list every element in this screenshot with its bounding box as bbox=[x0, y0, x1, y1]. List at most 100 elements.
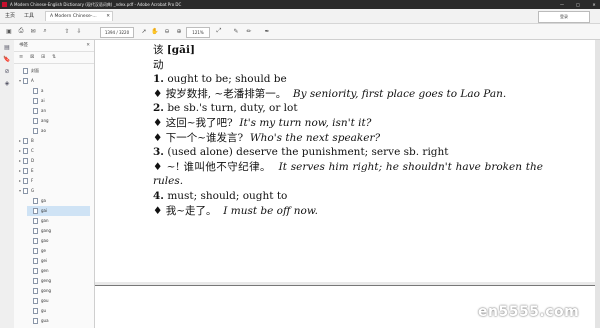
fit-icon[interactable]: ⤢ bbox=[215, 27, 223, 35]
zoom-out-icon[interactable]: ⊖ bbox=[163, 27, 171, 35]
bookmark-item[interactable]: gao bbox=[27, 236, 90, 246]
bookmark-item[interactable]: gu bbox=[27, 306, 90, 316]
bookmark-item[interactable]: ai bbox=[27, 96, 90, 106]
close-window-button[interactable]: ✕ bbox=[590, 0, 598, 9]
bookmark-page-icon bbox=[33, 198, 38, 204]
bookmark-label: 封面 bbox=[31, 68, 39, 73]
pointer-icon[interactable]: ➚ bbox=[140, 27, 148, 35]
bookmark-item-selected[interactable]: gai bbox=[27, 206, 90, 216]
bookmark-label: gen bbox=[41, 268, 49, 273]
zoom-level-select[interactable]: 121% bbox=[186, 27, 210, 38]
bookmark-panel-icon[interactable]: 🔖 bbox=[3, 56, 11, 64]
expand-bookmark-icon[interactable]: ⇅ bbox=[52, 54, 56, 60]
example-chinese: ♦ 按岁数排, ~老潘排第一。 bbox=[153, 87, 287, 100]
bookmark-page-icon bbox=[33, 108, 38, 114]
bookmark-item[interactable]: ▸ C bbox=[17, 146, 90, 156]
bookmark-item[interactable]: ▸ D bbox=[17, 156, 90, 166]
document-area: 该 [gāi] 动 1. ought to be; should be ♦ 按岁… bbox=[95, 40, 600, 329]
acrobat-app-icon bbox=[2, 2, 7, 7]
bookmark-item[interactable]: ao bbox=[27, 126, 90, 136]
bookmark-item[interactable]: ga bbox=[27, 196, 90, 206]
title-bar: A Modern Chinese-English Dictionary (现代汉… bbox=[0, 0, 600, 9]
bookmark-item[interactable]: an bbox=[27, 106, 90, 116]
tab-document[interactable]: A Modern Chinese-... ✕ bbox=[45, 11, 113, 21]
bookmark-item[interactable]: gan bbox=[27, 216, 90, 226]
site-watermark: en5555.com bbox=[478, 304, 580, 320]
tab-bar: 主页 工具 A Modern Chinese-... ✕ 登录 bbox=[0, 9, 600, 24]
highlight-icon[interactable]: ✏ bbox=[245, 27, 253, 35]
bookmark-item[interactable]: ▸ B bbox=[17, 136, 90, 146]
pinyin: [gāi] bbox=[166, 44, 195, 56]
vertical-scrollbar[interactable] bbox=[595, 40, 600, 328]
signin-button[interactable]: 登录 bbox=[538, 11, 590, 23]
bookmark-item[interactable]: ge bbox=[27, 246, 90, 256]
tab-home[interactable]: 主页 bbox=[5, 12, 15, 19]
search-icon[interactable]: ⌕ bbox=[41, 27, 49, 35]
sense-number: 3. bbox=[153, 146, 164, 159]
part-of-speech: 动 bbox=[153, 58, 164, 71]
bookmark-item[interactable]: geng bbox=[27, 276, 90, 286]
options-icon[interactable]: ≡ bbox=[19, 54, 23, 60]
bookmark-item[interactable]: ▾ A bbox=[17, 76, 90, 86]
zoom-in-icon[interactable]: ⊕ bbox=[175, 27, 183, 35]
save-icon[interactable]: ▣ bbox=[5, 27, 13, 35]
example-chinese: ♦ 下一个~谁发言? bbox=[153, 131, 244, 144]
close-panel-button[interactable]: ✕ bbox=[86, 40, 90, 51]
hand-icon[interactable]: ✋ bbox=[151, 27, 159, 35]
maximize-button[interactable]: □ bbox=[574, 0, 582, 9]
bookmark-label: ga bbox=[41, 198, 46, 203]
bookmark-label: gan bbox=[41, 218, 49, 223]
bookmark-page-icon bbox=[23, 188, 28, 194]
pages-panel-icon[interactable]: ▤ bbox=[3, 44, 11, 52]
email-icon[interactable]: ✉ bbox=[29, 27, 37, 35]
delete-bookmark-icon[interactable]: ⊠ bbox=[30, 54, 34, 60]
layers-icon[interactable]: ◈ bbox=[3, 80, 11, 88]
bookmark-label: gong bbox=[41, 288, 52, 293]
sense-4: 4. must; should; ought to bbox=[153, 189, 543, 204]
bookmark-label: ang bbox=[41, 118, 49, 123]
comment-icon[interactable]: ✎ bbox=[232, 27, 240, 35]
bookmark-page-icon bbox=[33, 248, 38, 254]
bookmarks-title: 书签 bbox=[19, 43, 28, 48]
bookmark-page-icon bbox=[23, 68, 28, 74]
new-bookmark-icon[interactable]: ⊞ bbox=[41, 54, 45, 60]
bookmark-label: G bbox=[31, 188, 35, 193]
bookmark-item[interactable]: 封面 bbox=[17, 66, 90, 76]
sense-number: 2. bbox=[153, 102, 164, 115]
bookmark-page-icon bbox=[33, 278, 38, 284]
print-icon[interactable]: ⎙ bbox=[17, 27, 25, 35]
bookmark-item[interactable]: a bbox=[27, 86, 90, 96]
bookmark-item[interactable]: gang bbox=[27, 226, 90, 236]
bookmark-item[interactable]: ▸ E bbox=[17, 166, 90, 176]
example-line: ♦ 按岁数排, ~老潘排第一。 By seniority, first plac… bbox=[153, 87, 543, 102]
bookmark-label: gou bbox=[41, 298, 49, 303]
window-controls: — □ ✕ bbox=[558, 0, 598, 9]
bookmark-item[interactable]: gua bbox=[27, 316, 90, 326]
bookmark-item[interactable]: gong bbox=[27, 286, 90, 296]
sense-definition: be sb.'s turn, duty, or lot bbox=[167, 102, 298, 115]
headword-line: 该 [gāi] bbox=[153, 43, 543, 58]
bookmark-item[interactable]: gou bbox=[27, 296, 90, 306]
bookmark-page-icon bbox=[33, 318, 38, 324]
bookmark-item[interactable]: ▸ F bbox=[17, 176, 90, 186]
bookmark-page-icon bbox=[23, 138, 28, 144]
sense-definition: (used alone) deserve the punishment; ser… bbox=[167, 146, 449, 159]
tab-tools[interactable]: 工具 bbox=[24, 12, 34, 19]
bookmark-label: D bbox=[31, 158, 35, 163]
bookmark-item[interactable]: ▾ G bbox=[17, 186, 90, 196]
bookmark-label: F bbox=[31, 178, 34, 183]
bookmark-item[interactable]: ang bbox=[27, 116, 90, 126]
page-down-icon[interactable]: ⇩ bbox=[75, 27, 83, 35]
bookmark-item[interactable]: gen bbox=[27, 266, 90, 276]
example-chinese: ♦ 我~走了。 bbox=[153, 204, 217, 217]
bookmark-page-icon bbox=[33, 268, 38, 274]
bookmark-item[interactable]: gei bbox=[27, 256, 90, 266]
page-up-icon[interactable]: ⇧ bbox=[63, 27, 71, 35]
attachment-icon[interactable]: ⊘ bbox=[3, 68, 11, 76]
sign-icon[interactable]: ✒ bbox=[263, 27, 271, 35]
page-number-input[interactable]: 1394 / 3220 bbox=[100, 27, 134, 38]
close-tab-icon[interactable]: ✕ bbox=[106, 12, 110, 21]
bookmarks-toolbar: ≡ ⊠ ⊞ ⇅ bbox=[14, 52, 94, 64]
bookmark-page-icon bbox=[33, 88, 38, 94]
minimize-button[interactable]: — bbox=[558, 0, 566, 9]
